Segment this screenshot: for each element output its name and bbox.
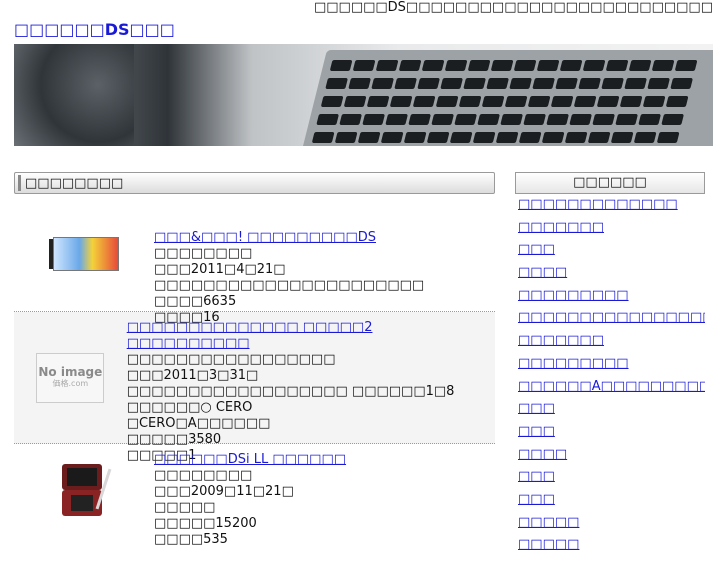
sidebar-list-item: □□□ xyxy=(515,398,705,421)
sidebar-link[interactable]: □□□ xyxy=(518,469,555,484)
product-item: □□□&□□□! □□□□□□□□□DS □□□□□□□□ □□□2011□4□… xyxy=(14,194,495,325)
section-header-bar xyxy=(18,175,21,191)
sidebar-list-item: □□□□□□□□□ xyxy=(515,353,705,376)
sidebar-title: □□□□□□ xyxy=(515,172,705,194)
sidebar-link[interactable]: □□□ xyxy=(518,492,555,507)
sidebar-list-item: □□□□□□□□□□□□□ xyxy=(515,194,705,217)
sidebar-link[interactable]: □□□□□□□□□ xyxy=(518,288,629,303)
sidebar-list-item: □□□□□□□ xyxy=(515,330,705,353)
top-bar-text: □□□□□□DS□□□□□□□□□□□□□□□□□□□□□□□□□ xyxy=(313,0,713,15)
site-title-link[interactable]: □□□□□□DS□□□ xyxy=(14,20,175,39)
sidebar-link[interactable]: □□□□□□□□□□□□□ xyxy=(518,197,678,212)
product-title-link[interactable]: □□□&□□□! □□□□□□□□□DS xyxy=(154,230,376,245)
sidebar-link[interactable]: □□□□ xyxy=(518,447,567,462)
no-image-placeholder: No image 価格.com xyxy=(36,352,105,403)
product-thumb[interactable]: No image 価格.com xyxy=(14,312,127,443)
keyboard-row xyxy=(316,114,685,125)
sidebar-list-item: □□□ xyxy=(515,466,705,489)
product-rating: □CERO□A□□□□□□ xyxy=(126,416,271,431)
sidebar-link[interactable]: □□□ xyxy=(518,424,555,439)
product-release-date: □□□2011□3□31□ xyxy=(126,368,259,383)
product-maker: □□□□□□□□□□□□□□□□□ xyxy=(126,352,336,367)
sidebar-link-list: □□□□□□□□□□□□□ □□□□□□□ □□□ □□□□ □□□□□□□□□… xyxy=(515,194,705,557)
sidebar-link[interactable]: □□□□□□A□□□□□□□□□□ xyxy=(518,379,705,394)
sidebar-link[interactable]: □□□□□□□□□ xyxy=(518,356,629,371)
product-info: □□□□□□□□□□□□□□ □□□□□2 □□□□□□□□□□ □□□□□□□… xyxy=(126,312,495,463)
product-info: □□□&□□□! □□□□□□□□□DS □□□□□□□□ □□□2011□4□… xyxy=(154,194,425,325)
keyboard-row xyxy=(329,60,698,71)
sidebar-list-item: □□□ xyxy=(515,421,705,444)
product-title-link[interactable]: □□□□□□DSi LL □□□□□□ xyxy=(154,452,346,467)
sidebar-list-item: □□□ xyxy=(515,489,705,512)
sidebar-link[interactable]: □□□□□ xyxy=(518,515,579,530)
sidebar-list-item: □□□□□□□ xyxy=(515,217,705,240)
ds-console-icon xyxy=(56,462,112,518)
header-banner-image xyxy=(14,44,713,146)
sidebar-link[interactable]: □□□□□□□ xyxy=(518,220,604,235)
banner-person-shape xyxy=(14,44,134,146)
section-header: □□□□□□□□ xyxy=(14,172,495,194)
product-info: □□□□□□DSi LL □□□□□□ □□□□□□□□ □□□2009□11□… xyxy=(154,444,346,564)
product-maker: □□□□□□□□ xyxy=(154,468,253,483)
sidebar-link[interactable]: □□□□□□□ xyxy=(518,333,604,348)
product-thumb[interactable] xyxy=(14,444,154,564)
sidebar-list-item: □□□□□ xyxy=(515,512,705,535)
product-description: □□□□□ xyxy=(154,500,216,515)
product-count: □□□□535 xyxy=(154,532,228,547)
sidebar-list-item: □□□□ xyxy=(515,262,705,285)
no-image-source: 価格.com xyxy=(52,379,89,388)
keyboard-row xyxy=(311,132,680,143)
section-title: □□□□□□□□ xyxy=(25,175,124,191)
product-maker: □□□□□□□□ xyxy=(154,246,253,261)
sidebar-list-item: □□□□□□□□□ xyxy=(515,285,705,308)
game-box-icon xyxy=(49,235,119,271)
keyboard-row xyxy=(320,96,689,107)
sidebar-link[interactable]: □□□□□□□□□□□□□□□□□□□□□ xyxy=(518,310,705,325)
product-item: No image 価格.com □□□□□□□□□□□□□□ □□□□□2 □□… xyxy=(14,312,495,463)
no-image-label: No image xyxy=(38,365,103,379)
sidebar-link[interactable]: □□□□ xyxy=(518,265,567,280)
product-release-date: □□□2009□11□21□ xyxy=(154,484,294,499)
product-price: □□□□6635 xyxy=(154,294,237,309)
sidebar-link[interactable]: □□□ xyxy=(518,401,555,416)
sidebar-list-item: □□□□□□A□□□□□□□□□□ xyxy=(515,376,705,399)
main-column: □□□□□□□□ □□□&□□□! □□□□□□□□□DS □□□□□□□□ □… xyxy=(14,172,495,564)
sidebar-list-item: □□□□□ xyxy=(515,534,705,557)
sidebar-list-item: □□□□□□□□□□□□□□□□□□□□□ xyxy=(515,307,705,330)
banner-keyboard-shape xyxy=(301,50,713,146)
sidebar-link[interactable]: □□□ xyxy=(518,242,555,257)
product-price: □□□□□15200 xyxy=(154,516,257,531)
product-thumb[interactable] xyxy=(14,194,154,311)
sidebar: □□□□□□ □□□□□□□□□□□□□ □□□□□□□ □□□ □□□□ □□… xyxy=(515,172,705,557)
product-description: □□□□□□□□□□□□□□□□□□ □□□□□□1□8 □□□□□□○ CER… xyxy=(126,384,455,415)
product-release-date: □□□2011□4□21□ xyxy=(154,262,286,277)
sidebar-list-item: □□□□ xyxy=(515,444,705,467)
product-description: □□□□□□□□□□□□□□□□□□□□□□ xyxy=(154,278,425,293)
product-title-link[interactable]: □□□□□□□□□□□□□□ □□□□□2 □□□□□□□□□□ xyxy=(127,320,373,351)
sidebar-list-item: □□□ xyxy=(515,239,705,262)
keyboard-row xyxy=(325,78,693,89)
